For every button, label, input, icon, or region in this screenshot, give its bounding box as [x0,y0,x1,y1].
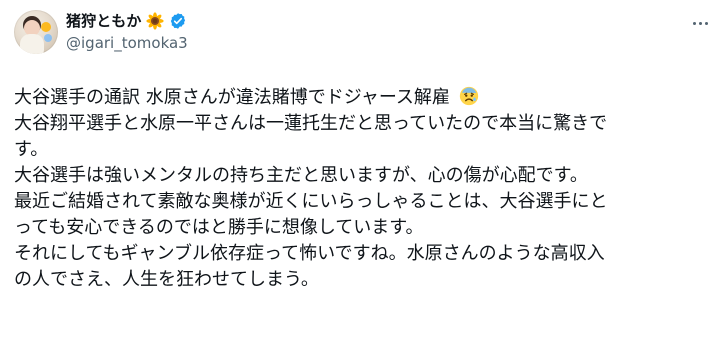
post-text-line-8-text: の人でさえ、人生を狂わせてしまう。 [14,269,319,290]
post-text-line-4: 大谷選手は強いメンタルの持ち主だと思いますが、心の傷が心配です。 [14,163,714,189]
post-text-line-4-text: 大谷選手は強いメンタルの持ち主だと思いますが、心の傷が心配です。 [14,165,588,186]
display-name[interactable]: 猪狩ともか [66,10,142,32]
author-name-row: 猪狩ともか [66,10,188,32]
post-text-line-3-text: す。 [14,139,49,160]
post-text-line-2-text: 大谷翔平選手と水原一平さんは一蓮托生だと思っていたので本当に驚きで [14,113,608,134]
post-text-line-8: の人でさえ、人生を狂わせてしまう。 [14,267,714,293]
avatar-accent-yellow [41,22,51,32]
avatar-accent-blue [44,34,52,42]
post-text-line-2: 大谷翔平選手と水原一平さんは一蓮托生だと思っていたので本当に驚きで [14,111,714,137]
sunflower-icon [145,12,164,30]
more-options-dot [692,21,696,25]
post-text-line-7: それにしてもギャンブル依存症って怖いですね。水原さんのような高収入 [14,241,714,267]
post: 猪狩ともか @igari_tomoka3 大谷選手の通訳 水原さんが違法賭博でド… [0,0,725,349]
post-text-line-1-text: 大谷選手の通訳 水原さんが違法賭博でドジャース解雇 [14,87,450,108]
more-options-dot [704,21,708,25]
post-text: 大谷選手の通訳 水原さんが違法賭博でドジャース解雇 大谷翔平選手と水原一平さんは… [14,85,714,293]
worried-face-icon [459,86,478,106]
post-text-line-1: 大谷選手の通訳 水原さんが違法賭博でドジャース解雇 [14,85,714,111]
verified-badge-icon[interactable] [169,12,187,30]
post-text-line-6: っても安心できるのではと勝手に想像しています。 [14,215,714,241]
handle[interactable]: @igari_tomoka3 [66,33,188,53]
post-text-line-3: す。 [14,137,714,163]
post-text-line-5-text: 最近ご結婚されて素敵な奥様が近くにいらっしゃることは、大谷選手にと [14,191,608,212]
post-text-line-5: 最近ご結婚されて素敵な奥様が近くにいらっしゃることは、大谷選手にと [14,189,714,215]
post-text-line-6-text: っても安心できるのではと勝手に想像しています。 [14,217,424,238]
avatar[interactable] [14,10,58,54]
more-options-button[interactable] [689,12,711,34]
author-identity: 猪狩ともか @igari_tomoka3 [66,10,188,54]
avatar-outfit [20,34,44,54]
more-options-dot [698,21,702,25]
post-text-line-7-text: それにしてもギャンブル依存症って怖いですね。水原さんのような高収入 [14,243,605,264]
